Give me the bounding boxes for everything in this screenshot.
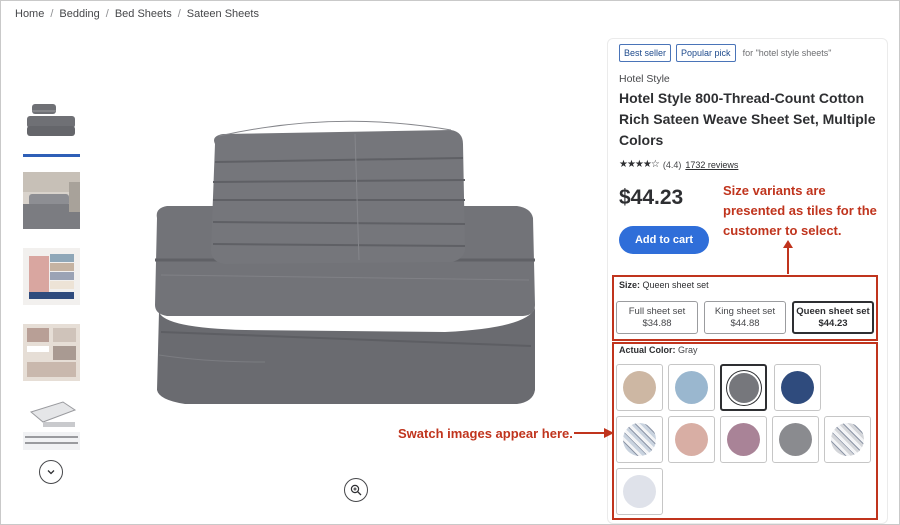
chevron-down-icon <box>47 470 55 475</box>
breadcrumb-separator: / <box>105 8 109 20</box>
arrow-right-icon <box>574 428 614 438</box>
breadcrumb: Home / Bedding / Bed Sheets / Sateen She… <box>15 8 259 20</box>
color-swatch[interactable] <box>824 416 871 463</box>
thumbnail-scroll-down-button[interactable] <box>39 460 63 484</box>
size-tile-price: $34.88 <box>642 318 672 329</box>
size-tile-price: $44.23 <box>818 318 848 329</box>
swatch-dot <box>727 423 760 456</box>
brand-name[interactable]: Hotel Style <box>619 73 670 85</box>
color-swatch[interactable] <box>668 416 715 463</box>
arrow-up-icon <box>783 240 793 274</box>
active-thumbnail-indicator <box>23 154 80 157</box>
badge-row: Best seller Popular pick for "hotel styl… <box>619 44 832 62</box>
color-selected-value: Gray <box>678 345 698 355</box>
color-swatch[interactable] <box>668 364 715 411</box>
swatch-dot <box>623 475 656 508</box>
breadcrumb-separator: / <box>50 8 54 20</box>
size-annotation: Size variants are presented as tiles for… <box>723 183 877 238</box>
swatch-dot <box>779 423 812 456</box>
size-tile-price: $44.88 <box>730 318 760 329</box>
swatch-dot <box>675 423 708 456</box>
add-to-cart-button[interactable]: Add to cart <box>619 226 709 254</box>
size-label-key: Size: <box>619 280 641 290</box>
swatch-dot <box>781 371 814 404</box>
size-tile-name: Full sheet set <box>628 306 686 317</box>
size-tile-name: King sheet set <box>714 306 776 317</box>
size-tile-name: Queen sheet set <box>796 306 870 317</box>
breadcrumb-home[interactable]: Home <box>15 8 44 20</box>
color-swatch[interactable] <box>616 468 663 515</box>
size-selected-value: Queen sheet set <box>642 280 709 290</box>
best-seller-badge: Best seller <box>619 44 672 62</box>
color-swatch[interactable] <box>616 416 663 463</box>
star-rating: ★★★★☆ <box>619 159 660 170</box>
badge-context-text: for "hotel style sheets" <box>742 48 832 58</box>
zoom-button[interactable] <box>344 478 368 502</box>
swatch-dot <box>623 371 656 404</box>
breadcrumb-sateen-sheets[interactable]: Sateen Sheets <box>187 8 259 20</box>
size-tiles: Full sheet set $34.88 King sheet set $44… <box>616 301 874 334</box>
size-tile-king[interactable]: King sheet set $44.88 <box>704 301 786 334</box>
size-label: Size: Queen sheet set <box>619 280 709 290</box>
reviews-link[interactable]: 1732 reviews <box>685 160 738 170</box>
rating-value: (4.4) <box>662 159 682 170</box>
breadcrumb-separator: / <box>177 8 181 20</box>
color-label: Actual Color: Gray <box>619 345 698 355</box>
swatch-dot <box>623 423 656 456</box>
thumbnail-lifestyle[interactable] <box>23 324 80 381</box>
thumbnail-bedroom[interactable] <box>23 172 80 229</box>
breadcrumb-bedding[interactable]: Bedding <box>59 8 99 20</box>
color-swatch[interactable] <box>720 416 767 463</box>
product-price: $44.23 <box>619 186 684 209</box>
thumbnail-color-stack[interactable] <box>23 248 80 305</box>
main-product-image[interactable] <box>145 100 545 415</box>
thumbnail-sheet-stack[interactable] <box>23 96 80 153</box>
popular-pick-badge: Popular pick <box>676 44 736 62</box>
size-tile-queen[interactable]: Queen sheet set $44.23 <box>792 301 874 334</box>
thumbnail-list <box>23 96 80 400</box>
rating-row: ★★★★☆ (4.4) 1732 reviews <box>619 159 738 170</box>
color-swatch[interactable] <box>616 364 663 411</box>
color-swatch-selected[interactable] <box>720 364 767 411</box>
color-label-key: Actual Color: <box>619 345 676 355</box>
zoom-in-icon <box>350 484 362 496</box>
swatch-annotation: Swatch images appear here. <box>398 426 573 441</box>
product-title: Hotel Style 800-Thread-Count Cotton Rich… <box>619 90 876 148</box>
color-swatch[interactable] <box>772 416 819 463</box>
swatch-dot <box>831 423 864 456</box>
swatch-dot <box>675 371 708 404</box>
size-tile-full[interactable]: Full sheet set $34.88 <box>616 301 698 334</box>
thumbnail-bed-dimensions[interactable] <box>23 392 80 450</box>
color-swatch[interactable] <box>774 364 821 411</box>
breadcrumb-bed-sheets[interactable]: Bed Sheets <box>115 8 172 20</box>
swatch-dot <box>728 372 759 403</box>
